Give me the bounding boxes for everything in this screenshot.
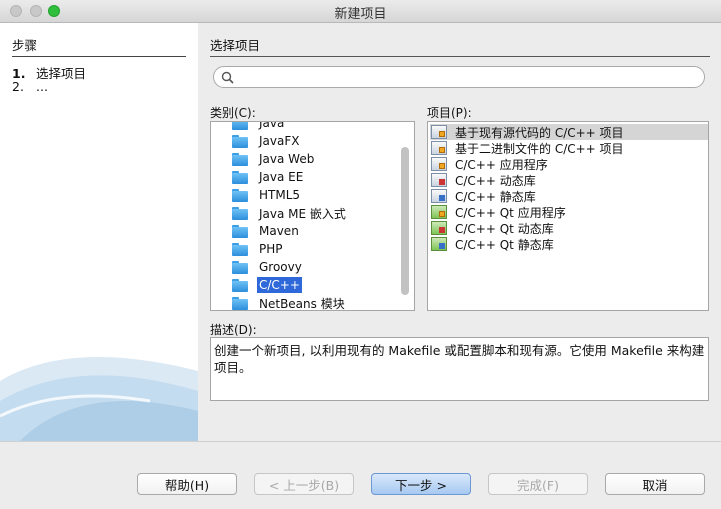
category-label: Maven <box>259 224 299 238</box>
category-label: PHP <box>259 242 283 256</box>
category-label: Java ME 嵌入式 <box>259 206 346 221</box>
description-label: 描述(D): <box>210 323 257 337</box>
window-title: 新建项目 <box>334 7 387 22</box>
cpp-static-library-icon <box>431 189 447 203</box>
search-icon <box>221 71 234 84</box>
folder-icon <box>232 278 248 292</box>
folder-icon <box>232 188 248 202</box>
step-item-2: 2.... <box>12 79 48 94</box>
qt-dynamic-library-icon <box>431 221 447 235</box>
qt-application-icon <box>431 205 447 219</box>
project-item[interactable]: C/C++ Qt 动态库 <box>430 220 708 236</box>
folder-icon <box>232 296 248 310</box>
category-item[interactable]: Java EE <box>232 168 305 186</box>
folder-icon <box>232 224 248 238</box>
project-label: C/C++ 动态库 <box>455 173 536 188</box>
next-button[interactable]: 下一步 > <box>371 473 471 495</box>
category-item[interactable]: C/C++ <box>232 276 302 294</box>
project-label: C/C++ Qt 动态库 <box>455 221 554 236</box>
project-item[interactable]: C/C++ Qt 静态库 <box>430 236 708 252</box>
category-item[interactable]: Java Web <box>232 150 316 168</box>
category-label: NetBeans 模块 <box>259 296 345 311</box>
folder-icon <box>232 242 248 256</box>
category-label: HTML5 <box>259 188 301 202</box>
project-label: 基于二进制文件的 C/C++ 项目 <box>455 141 624 156</box>
decorative-swoosh-graphic <box>0 357 198 441</box>
category-label: Groovy <box>259 260 302 274</box>
help-button[interactable]: 帮助(H) <box>137 473 237 495</box>
folder-icon <box>232 260 248 274</box>
categories-scrollbar[interactable] <box>401 147 409 295</box>
category-label: C/C++ <box>257 277 302 293</box>
category-item[interactable]: Java ME 嵌入式 <box>232 204 348 222</box>
project-label: 基于现有源代码的 C/C++ 项目 <box>455 125 624 140</box>
project-item[interactable]: C/C++ Qt 应用程序 <box>430 204 708 220</box>
steps-header: 步骤 <box>12 35 186 57</box>
select-project-header: 选择项目 <box>210 35 710 57</box>
description-text: 创建一个新项目, 以利用现有的 Makefile 或配置脚本和现有源。它使用 M… <box>210 337 709 401</box>
category-item[interactable]: Maven <box>232 222 301 240</box>
qt-static-library-icon <box>431 237 447 251</box>
footer-divider <box>0 441 721 442</box>
category-item[interactable]: Java <box>232 121 286 132</box>
categories-list[interactable]: Java JavaFX Java Web Java EE HTML5 Java ME 嵌入… <box>210 121 415 311</box>
new-project-dialog: 新建项目 步骤 1. 选择项目 2.... 选择项目 类别(C): 项目(P): … <box>0 0 721 509</box>
step-label: ... <box>36 79 48 94</box>
cpp-application-icon <box>431 157 447 171</box>
step-number: 2. <box>12 79 24 94</box>
cpp-project-icon <box>431 141 447 155</box>
folder-icon <box>232 170 248 184</box>
category-item[interactable]: JavaFX <box>232 132 301 150</box>
back-button[interactable]: < 上一步(B) <box>254 473 354 495</box>
finish-button[interactable]: 完成(F) <box>488 473 588 495</box>
folder-icon <box>232 152 248 166</box>
project-label: C/C++ 应用程序 <box>455 157 548 172</box>
search-field[interactable] <box>213 66 705 88</box>
cpp-project-icon <box>431 125 447 139</box>
project-item[interactable]: 基于二进制文件的 C/C++ 项目 <box>430 140 708 156</box>
project-item[interactable]: C/C++ 动态库 <box>430 172 708 188</box>
folder-icon <box>232 122 248 130</box>
category-item[interactable]: NetBeans 模块 <box>232 294 347 311</box>
project-label: C/C++ Qt 静态库 <box>455 237 554 252</box>
projects-list[interactable]: 基于现有源代码的 C/C++ 项目 基于二进制文件的 C/C++ 项目 C/C++ … <box>427 121 709 311</box>
project-item[interactable]: C/C++ 应用程序 <box>430 156 708 172</box>
cancel-button[interactable]: 取消 <box>605 473 705 495</box>
title-bar: 新建项目 <box>0 0 721 23</box>
folder-icon <box>232 134 248 148</box>
category-label: Java <box>259 121 285 130</box>
category-item[interactable]: Groovy <box>232 258 304 276</box>
categories-label: 类别(C): <box>210 106 256 120</box>
cpp-dynamic-library-icon <box>431 173 447 187</box>
search-input[interactable] <box>238 69 702 87</box>
project-label: C/C++ Qt 应用程序 <box>455 205 566 220</box>
project-item[interactable]: C/C++ 静态库 <box>430 188 708 204</box>
category-item[interactable]: HTML5 <box>232 186 302 204</box>
category-label: JavaFX <box>259 134 300 148</box>
category-label: Java Web <box>259 152 315 166</box>
project-item[interactable]: 基于现有源代码的 C/C++ 项目 <box>430 124 708 140</box>
category-item[interactable]: PHP <box>232 240 285 258</box>
category-label: Java EE <box>259 170 304 184</box>
folder-icon <box>232 206 248 220</box>
steps-panel: 步骤 1. 选择项目 2.... <box>0 23 198 441</box>
project-label: C/C++ 静态库 <box>455 189 536 204</box>
projects-label: 项目(P): <box>427 106 472 120</box>
